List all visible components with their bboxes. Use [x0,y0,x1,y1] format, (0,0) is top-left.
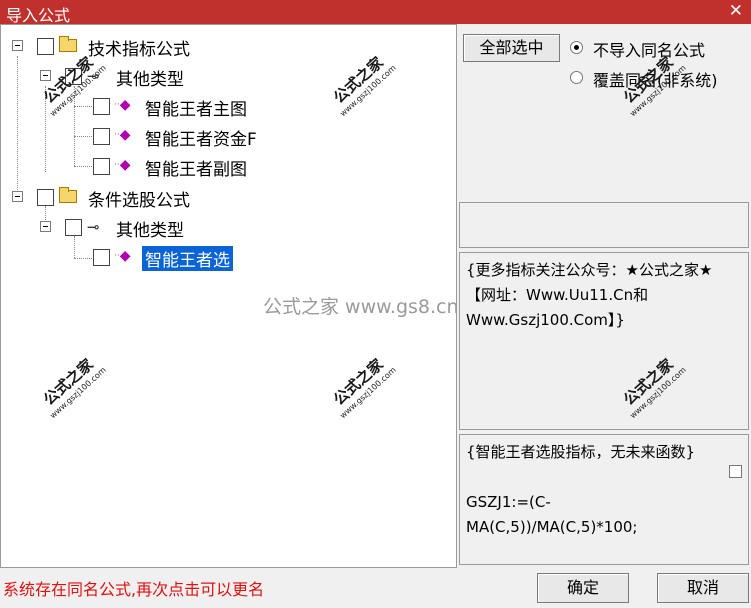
tree-node-formula[interactable]: ··◆ 智能王者主图 [0,94,300,120]
checkbox[interactable] [65,68,82,85]
checkbox[interactable] [65,219,82,236]
preview-checkbox[interactable] [729,465,742,478]
tree-node-formula-selected[interactable]: ··◆ 智能王者选 [0,245,300,271]
tree-node-category[interactable]: ⊸ 其他类型 [0,64,260,90]
key-icon: ⊸ [87,67,100,85]
folder-icon [59,36,77,52]
formula-icon: ··◆ [114,157,131,173]
tree-node-label: 智能王者主图 [145,100,247,120]
checkbox[interactable] [37,38,54,55]
collapse-icon[interactable] [12,40,23,51]
checkbox[interactable] [93,98,110,115]
checkbox[interactable] [37,189,54,206]
tree-node-technical-indicators[interactable]: 技术指标公式 [0,34,260,60]
radio-overwrite-label: 覆盖同名(非系统) [593,71,718,90]
tree-node-label: 智能王者副图 [145,160,247,180]
collapse-icon[interactable] [40,70,51,81]
tree-node-label: 技术指标公式 [88,40,190,60]
formula-code: GSZJ1:=(C-MA(C,5))/MA(C,5)*100; [466,493,638,536]
window-title: 导入公式 [6,6,71,25]
tree-node-stock-selection[interactable]: 条件选股公式 [0,185,260,211]
checkbox[interactable] [93,249,110,266]
ok-button[interactable]: 确定 [537,573,629,603]
tree-node-label: 智能王者选 [142,246,233,271]
collapse-icon[interactable] [40,221,51,232]
cancel-button[interactable]: 取消 [657,573,749,603]
radio-skip-duplicates[interactable] [570,41,583,54]
checkbox[interactable] [93,158,110,175]
tree-node-formula[interactable]: ··◆ 智能王者资金F [0,124,300,150]
formula-description: {智能王者选股指标，无未来函数} [466,443,696,461]
formula-icon: ··◆ [114,127,131,143]
tree-node-category[interactable]: ⊸ 其他类型 [0,215,260,241]
tree-node-label: 其他类型 [116,221,184,241]
tree-node-label: 条件选股公式 [88,191,190,211]
empty-info-box [459,202,749,248]
radio-overwrite[interactable] [570,71,583,84]
formula-icon: ··◆ [114,97,131,113]
key-icon: ⊸ [87,218,100,236]
tree-node-formula[interactable]: ··◆ 智能王者副图 [0,154,300,180]
tree-node-label: 智能王者资金F [145,130,257,150]
tree-node-label: 其他类型 [116,70,184,90]
select-all-button[interactable]: 全部选中 [463,34,560,62]
formula-icon: ··◆ [114,248,131,264]
collapse-icon[interactable] [12,191,23,202]
radio-skip-label: 不导入同名公式 [593,41,706,60]
status-message: 系统存在同名公式,再次点击可以更名 [3,580,265,599]
folder-icon [59,187,77,203]
watermark-text: 公式之家 www.gs8.cn [263,296,459,318]
close-icon[interactable]: ✕ [729,1,743,21]
title-bar: 导入公式 ✕ [0,0,751,25]
notice-text: {更多指标关注公众号：★公式之家★ 【网址：Www.Uu11.Cn和Www.Gs… [466,261,713,329]
checkbox[interactable] [93,128,110,145]
